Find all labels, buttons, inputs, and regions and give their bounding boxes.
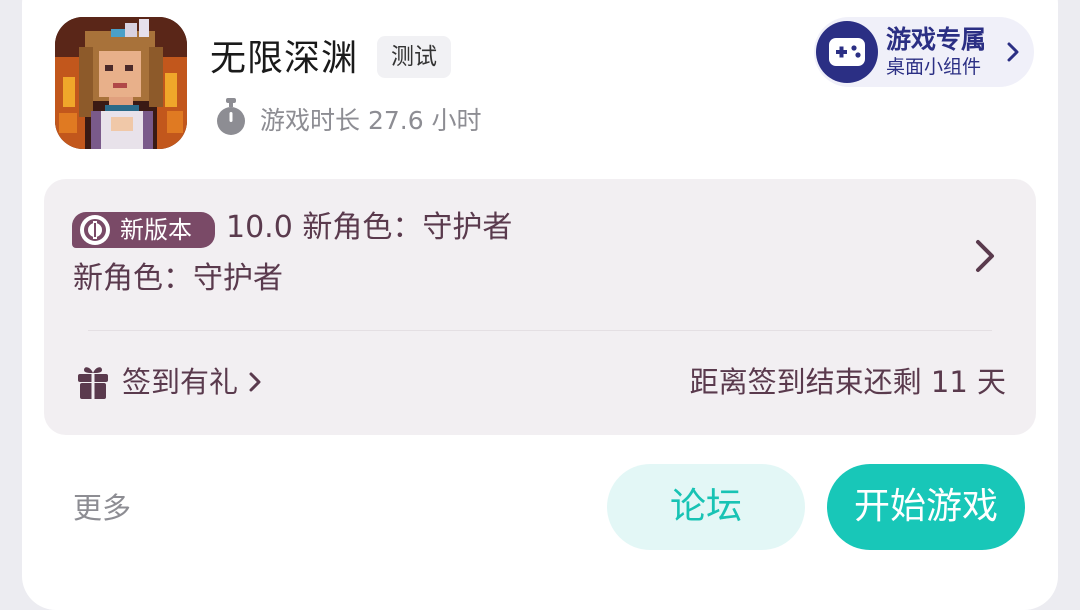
- stopwatch-icon: [214, 98, 248, 140]
- checkin-remaining-text: 距离签到结束还剩 11 天: [689, 365, 1006, 399]
- checkin-reward-link[interactable]: 签到有礼: [76, 361, 262, 403]
- desktop-widget-button[interactable]: 游戏专属 桌面小组件: [814, 17, 1034, 87]
- update-description[interactable]: 新角色：守护者: [73, 258, 283, 300]
- forum-button[interactable]: 论坛: [607, 464, 805, 550]
- widget-text: 游戏专属 桌面小组件: [886, 25, 986, 79]
- chevron-right-icon[interactable]: [970, 236, 1000, 280]
- game-title: 无限深渊: [210, 38, 359, 79]
- gift-icon: [76, 364, 110, 400]
- widget-title: 游戏专属: [886, 25, 987, 54]
- gamepad-icon: [816, 21, 878, 83]
- playtime-label: 游戏时长 27.6 小时: [260, 106, 482, 135]
- panel-divider: [88, 330, 992, 331]
- version-icon: [78, 213, 112, 247]
- chevron-right-icon: [248, 370, 262, 394]
- update-headline[interactable]: 10.0 新角色：守护者: [226, 207, 512, 249]
- more-link[interactable]: 更多: [73, 487, 131, 529]
- checkin-label: 签到有礼: [122, 365, 239, 399]
- game-character-portrait-icon: [55, 17, 187, 149]
- start-game-button[interactable]: 开始游戏: [827, 464, 1025, 550]
- playtime-row: 游戏时长 27.6 小时: [214, 98, 482, 140]
- new-version-badge: 新版本: [72, 212, 215, 248]
- game-app-icon[interactable]: [55, 17, 187, 149]
- test-tag-badge: 测试: [377, 36, 451, 78]
- widget-subtitle: 桌面小组件: [886, 56, 982, 78]
- new-version-label: 新版本: [120, 216, 192, 244]
- chevron-right-icon: [1006, 40, 1020, 68]
